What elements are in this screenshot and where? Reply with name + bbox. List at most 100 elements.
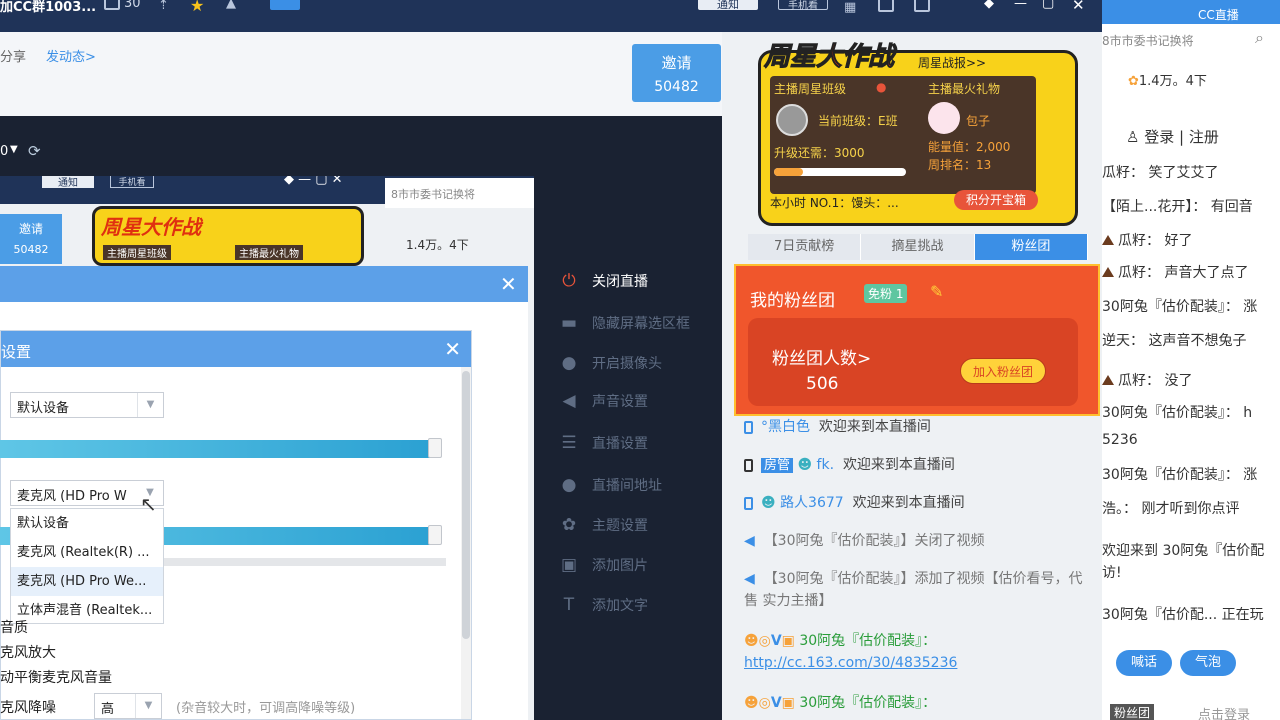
invite-count: 50482 — [654, 79, 699, 95]
noise-hint: (杂音较大时，可调高降噪等级) — [176, 701, 356, 716]
fan-club-card: 我的粉丝团 免粉 1 ✎ 粉丝团人数> 506 加入粉丝团 — [734, 264, 1100, 416]
noise-level-select[interactable]: 高 ▼ — [94, 693, 162, 719]
tab-star-challenge[interactable]: 摘星挑战 — [861, 234, 975, 260]
poster-report-link[interactable]: 周星战报>> — [918, 54, 986, 71]
speaker-icon: ◀ — [562, 391, 576, 411]
mouse-cursor-icon: ↖ — [140, 492, 157, 516]
gift-icon — [928, 102, 960, 134]
star-icon[interactable]: ★ — [190, 0, 204, 15]
chat-message: ☻◎V▣ 30阿兔『估价配装』： http://cc.163.com/30/483… — [744, 633, 958, 671]
mic-level-bar — [160, 558, 446, 566]
label-mic-boost: 克风放大 — [0, 645, 56, 661]
share-screen-icon[interactable] — [270, 0, 300, 10]
chat-message: ☻◎V▣ 30阿兔『估价配装』： — [744, 695, 937, 711]
moderator-badge: 房管 — [761, 458, 794, 473]
scrollbar[interactable] — [461, 367, 471, 719]
pin-icon[interactable]: ◆ — [984, 0, 994, 11]
tab-fan-club[interactable]: 粉丝团 — [974, 234, 1088, 260]
notify-button[interactable]: 通知 — [698, 0, 758, 11]
far-stats: ✿1.4万。4下 — [1128, 74, 1207, 89]
post-link[interactable]: 发动态> — [46, 46, 96, 65]
text-icon: T — [563, 595, 575, 615]
share-bar: 分享 发动态> — [0, 32, 722, 116]
chat-message: 房管 ☻ fk. 欢迎来到本直播间 — [744, 454, 1084, 477]
search-icon: ⌕ — [1255, 28, 1264, 47]
tab-7day-rank[interactable]: 7日贡献榜 — [748, 234, 862, 260]
menu-item-camera[interactable]: ● 开启摄像头 — [558, 350, 662, 376]
brand-bar: CC直播 — [1102, 0, 1280, 24]
help-icon: ● — [876, 80, 887, 94]
back-dialog-close-icon[interactable]: ✕ — [500, 272, 517, 296]
speaker-volume-slider[interactable] — [0, 440, 440, 458]
label-noise-reduction: 克风降噪 — [0, 700, 56, 716]
mic-volume-knob[interactable] — [428, 525, 442, 545]
edit-icon[interactable]: ✎ — [930, 282, 943, 301]
menu-item-add-image[interactable]: ▣ 添加图片 — [558, 552, 648, 578]
speaker-device-select[interactable]: 默认设备 ▼ — [10, 392, 164, 418]
join-fan-club-button[interactable]: 加入粉丝团 — [960, 358, 1046, 384]
far-search[interactable]: 8市市委书记换将 ⌕ — [1102, 26, 1272, 54]
menu-item-audio[interactable]: ◀ 声音设置 — [558, 388, 648, 414]
shout-button[interactable]: 喊话 — [1116, 650, 1172, 676]
share-link[interactable]: 分享 — [0, 46, 26, 65]
layout-icon[interactable]: ▦ — [844, 0, 856, 15]
label-quality: 音质 — [0, 620, 28, 636]
weekly-star-poster[interactable]: 周星大作战 周星战报>> 主播周星班级 ● 主播最火礼物 当前班级：E班 包子 … — [758, 36, 1078, 230]
option-realtek-mic[interactable]: 麦克风 (Realtek(R) ... — [11, 538, 163, 567]
maximize-icon[interactable]: ▢ — [1042, 0, 1054, 11]
nested-notify: 通知 — [42, 176, 94, 189]
menu-item-theme[interactable]: ✿ 主题设置 — [558, 512, 648, 538]
menu-item-add-text[interactable]: T 添加文字 — [558, 592, 648, 618]
option-stereo-mix[interactable]: 立体声混音 (Realtek... — [11, 596, 163, 625]
menu-item-stop-live[interactable]: ⏻ 关闭直播 — [558, 268, 648, 294]
dropdown-icon[interactable]: ▼ — [10, 144, 18, 155]
speaker-volume-knob[interactable] — [428, 438, 442, 458]
dialog-close-icon[interactable]: ✕ — [444, 337, 461, 361]
option-hd-pro-mic[interactable]: 麦克风 (HD Pro We... — [11, 567, 163, 596]
badge-icons: ☻◎V▣ — [744, 695, 795, 711]
chat-message: °黑白色 欢迎来到本直播间 — [744, 416, 1084, 438]
location-icon: ● — [561, 475, 577, 495]
mobile-view-button[interactable]: 手机看 — [778, 0, 828, 12]
login-hint[interactable]: 点击登录 — [1198, 704, 1250, 720]
invite-button[interactable]: 邀请 50482 — [632, 44, 721, 102]
palette-icon: ✿ — [561, 515, 577, 535]
window-icon[interactable] — [878, 0, 894, 12]
phone-icon — [744, 496, 753, 510]
rank-tabs: 7日贡献榜 摘星挑战 粉丝团 — [748, 234, 1088, 260]
microphone-dropdown-list[interactable]: 默认设备 麦克风 (Realtek(R) ... 麦克风 (HD Pro We.… — [10, 508, 164, 624]
system-message: ◀ 【30阿兔『估价配装』】关闭了视频 — [744, 533, 985, 549]
phone-icon — [744, 458, 753, 472]
invite-label: 邀请 — [661, 54, 692, 72]
nested-stats: 1.4万。4下 — [406, 238, 469, 252]
fan-club-tag: 粉丝团 — [1110, 704, 1155, 720]
treasure-button[interactable]: 积分开宝箱 — [954, 190, 1038, 210]
upload-icon[interactable]: ⇡ — [158, 0, 169, 13]
refresh-icon[interactable]: ⟳ — [28, 142, 41, 160]
live-control-menu: ⏻ 关闭直播 ▬ 隐藏屏幕选区框 ● 开启摄像头 ◀ 声音设置 ☰ 直播设置 ● 直播间地址… — [534, 262, 722, 720]
login-links[interactable]: ♙ 登录 | 注册 — [1126, 126, 1219, 147]
fan-count-label[interactable]: 粉丝团人数> — [772, 344, 871, 369]
class-badge-icon — [776, 104, 808, 136]
hour-top: 本小时 NO.1：馒头：... — [770, 196, 899, 210]
upgrade-progress — [774, 168, 906, 176]
menu-item-room-address[interactable]: ● 直播间地址 — [558, 472, 662, 498]
image-icon: ▣ — [560, 555, 578, 575]
speaker-icon: ◀ — [744, 571, 755, 587]
users-icon[interactable]: ▲ — [226, 0, 236, 11]
nested-banner: 周星大作战 主播周星班级 主播最火礼物 — [92, 206, 364, 266]
badge-icons: ☻◎V▣ — [744, 633, 795, 649]
nested-mobile: 手机看 — [110, 176, 154, 188]
menu-item-live-settings[interactable]: ☰ 直播设置 — [558, 430, 648, 456]
scrollbar-thumb[interactable] — [462, 371, 470, 639]
bubble-button[interactable]: 气泡 — [1180, 650, 1236, 676]
menu-item-hide-frame[interactable]: ▬ 隐藏屏幕选区框 — [558, 310, 690, 336]
member-icon — [104, 0, 120, 10]
sliders-icon: ☰ — [561, 433, 577, 453]
nested-pin-icon: ◆ — ▢ ✕ — [284, 176, 343, 187]
system-message: ◀ 【30阿兔『估价配装』】添加了视频【估价看号，代售 实力主播】 — [744, 571, 1083, 609]
chat-link[interactable]: http://cc.163.com/30/4835236 — [744, 655, 957, 671]
minimize-icon[interactable]: — — [1014, 0, 1027, 11]
close-icon[interactable]: ✕ — [1072, 0, 1085, 14]
help-icon[interactable] — [914, 0, 930, 12]
